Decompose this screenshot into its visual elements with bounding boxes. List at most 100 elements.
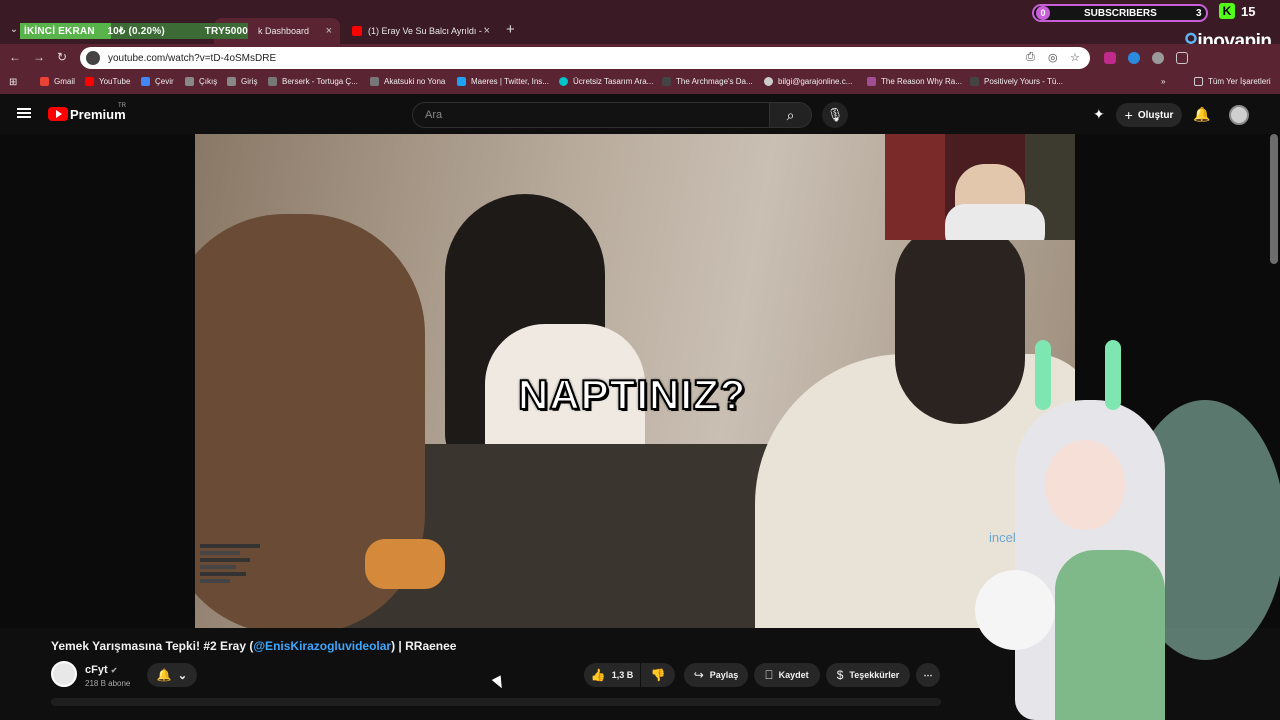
notifications-bell-icon[interactable]: 🔔 bbox=[1193, 106, 1210, 123]
vtuber-fur-collar bbox=[975, 570, 1055, 650]
thanks-button[interactable]: $ Teşekkürler bbox=[826, 663, 910, 687]
more-actions-button[interactable]: ⋯ bbox=[916, 663, 940, 687]
all-bookmarks-folder[interactable]: Tüm Yer İşaretleri bbox=[1194, 77, 1271, 86]
gmail-icon bbox=[40, 77, 49, 86]
apps-grid-icon[interactable]: ⊞ bbox=[9, 77, 17, 88]
channel-avatar[interactable] bbox=[51, 661, 77, 687]
goal-value: 10₺ (0.20%) bbox=[107, 25, 165, 37]
youtube-icon bbox=[85, 77, 94, 86]
plus-icon: + bbox=[1124, 107, 1133, 123]
bookmark-canva[interactable]: Ücretsiz Tasarım Ara... bbox=[559, 77, 653, 86]
bookmark-reason[interactable]: The Reason Why Ra... bbox=[867, 77, 962, 86]
close-tab-icon[interactable]: × bbox=[326, 25, 332, 37]
site-info-icon[interactable] bbox=[86, 51, 100, 65]
save-button[interactable]: ⎕ Kaydet bbox=[754, 663, 820, 687]
bookmarks-bar: ⊞ Gmail YouTube Çevir Çıkış Giriş Berser… bbox=[0, 72, 1280, 94]
bookmark-berserk[interactable]: Berserk - Tortuga Ç... bbox=[268, 77, 358, 86]
vtuber-ear bbox=[1105, 340, 1121, 410]
url-field[interactable]: youtube.com/watch?v=tD-4oSMsDRE ⎙ ◎ ☆ bbox=[80, 47, 1090, 69]
bookmark-icon bbox=[268, 77, 277, 86]
bookmark-cevir[interactable]: Çevir bbox=[141, 77, 174, 86]
search-button[interactable]: ⌕ bbox=[770, 102, 812, 128]
bookmark-icon bbox=[185, 77, 194, 86]
eye-off-icon[interactable]: ◎ bbox=[1048, 51, 1058, 64]
webcam-shelf bbox=[885, 134, 945, 240]
forward-arrow-icon[interactable]: → bbox=[33, 50, 45, 64]
vtuber-ear bbox=[1035, 340, 1051, 410]
back-arrow-icon[interactable]: ← bbox=[9, 50, 21, 64]
dislike-button[interactable]: 👎 bbox=[641, 663, 675, 687]
extension-icon[interactable] bbox=[1152, 52, 1164, 64]
streamer-webcam bbox=[885, 134, 1075, 240]
subscribers-widget: 0 SUBSCRIBERS 3 bbox=[1032, 4, 1208, 22]
tab-youtube-video[interactable]: (1) Eray Ve Su Balcı Ayrıldı - You × bbox=[342, 18, 498, 44]
bookmark-youtube[interactable]: YouTube bbox=[85, 77, 130, 86]
youtube-favicon-icon bbox=[352, 26, 362, 36]
new-tab-button[interactable]: + bbox=[506, 21, 515, 38]
sparkle-icon[interactable]: ✦ bbox=[1093, 106, 1105, 123]
share-arrow-icon: ↪ bbox=[693, 668, 704, 682]
vtuber-avatar-overlay bbox=[955, 340, 1280, 720]
subscribers-count: 3 bbox=[1196, 7, 1202, 19]
bookmark-archmage[interactable]: The Archmage's Da... bbox=[662, 77, 753, 86]
install-app-icon[interactable]: ⎙ bbox=[1026, 51, 1035, 64]
bookmark-cikis[interactable]: Çıkış bbox=[185, 77, 217, 86]
bell-icon: 🔔 bbox=[156, 668, 172, 682]
share-button[interactable]: ↪ Paylaş bbox=[684, 663, 748, 687]
more-horizontal-icon: ⋯ bbox=[923, 669, 933, 680]
tiny-chat-overlay bbox=[200, 544, 292, 600]
bookmark-icon bbox=[970, 77, 979, 86]
bookmark-icon bbox=[457, 77, 466, 86]
address-bar-row: ← → ↻ youtube.com/watch?v=tD-4oSMsDRE ⎙ … bbox=[0, 44, 1280, 72]
extensions-puzzle-icon[interactable] bbox=[1176, 52, 1188, 64]
bookmark-icon bbox=[662, 77, 671, 86]
bookmark-garajonline[interactable]: bilgi@garajonline.c... bbox=[764, 77, 852, 86]
thumbs-up-icon: 👍 bbox=[590, 668, 606, 682]
stream-goal-bar: İKİNCİ EKRAN 10₺ (0.20%) TRY5000 bbox=[20, 23, 248, 39]
description-box-edge[interactable] bbox=[51, 698, 941, 706]
goal-target: TRY5000 bbox=[204, 25, 248, 37]
chevron-down-icon: ⌄ bbox=[177, 669, 188, 682]
youtube-header: Premium TR Ara ⌕ 🎙 ✦ + Oluştur 🔔 bbox=[0, 94, 1280, 134]
bookmark-icon bbox=[867, 77, 876, 86]
bookmark-akatsuki[interactable]: Akatsuki no Yona bbox=[370, 77, 445, 86]
extension-icon[interactable] bbox=[1104, 52, 1116, 64]
channel-subscriber-count: 218 B abone bbox=[85, 679, 131, 688]
tab-label: k Dashboard bbox=[258, 26, 310, 36]
globe-icon bbox=[764, 77, 773, 86]
vtuber-face bbox=[1045, 440, 1125, 530]
webcam-streamer-shirt bbox=[945, 204, 1045, 240]
canva-icon bbox=[559, 77, 568, 86]
mouse-cursor-icon bbox=[491, 675, 507, 691]
subscribed-notifications-button[interactable]: 🔔 ⌄ bbox=[147, 663, 197, 687]
youtube-logo-icon[interactable] bbox=[48, 107, 68, 121]
url-text[interactable]: youtube.com/watch?v=tD-4oSMsDRE bbox=[108, 53, 276, 64]
create-button[interactable]: + Oluştur bbox=[1116, 103, 1182, 127]
translate-icon bbox=[141, 77, 150, 86]
more-bookmarks-chevron-icon[interactable]: » bbox=[1161, 77, 1165, 86]
bookmark-giris[interactable]: Giriş bbox=[227, 77, 257, 86]
bookmark-gmail[interactable]: Gmail bbox=[40, 77, 75, 86]
account-avatar[interactable] bbox=[1229, 105, 1249, 125]
bookmark-icon bbox=[227, 77, 236, 86]
bookmark-star-icon[interactable]: ☆ bbox=[1070, 51, 1080, 64]
like-button[interactable]: 👍 1,3 B bbox=[584, 663, 640, 687]
screen: ⌄ k Dashboard × (1) Eray Ve Su Balcı Ayr… bbox=[0, 0, 1280, 720]
youtube-premium-wordmark[interactable]: Premium bbox=[70, 107, 126, 122]
video-caption: NAPTINIZ? bbox=[517, 370, 747, 419]
super-thanks-icon: $ bbox=[836, 668, 844, 682]
kick-logo-icon: K bbox=[1219, 3, 1235, 19]
vtuber-dress bbox=[1055, 550, 1165, 720]
bookmark-icon bbox=[370, 77, 379, 86]
channel-name[interactable]: cFyt ✔ bbox=[85, 664, 117, 676]
search-input[interactable]: Ara bbox=[412, 102, 770, 128]
menu-hamburger-icon[interactable] bbox=[17, 108, 31, 118]
channel-mention-link[interactable]: @EnisKirazogluvideolar bbox=[253, 639, 391, 653]
voice-search-mic-icon[interactable]: 🎙 bbox=[822, 102, 848, 128]
extension-icon[interactable] bbox=[1128, 52, 1140, 64]
bookmark-maeres[interactable]: Maeres | Twitter, Ins... bbox=[457, 77, 549, 86]
close-tab-icon[interactable]: × bbox=[484, 25, 490, 37]
reload-icon[interactable]: ↻ bbox=[57, 50, 67, 64]
page-scrollbar[interactable] bbox=[1270, 134, 1278, 264]
bookmark-positively[interactable]: Positively Yours - Tü... bbox=[970, 77, 1063, 86]
